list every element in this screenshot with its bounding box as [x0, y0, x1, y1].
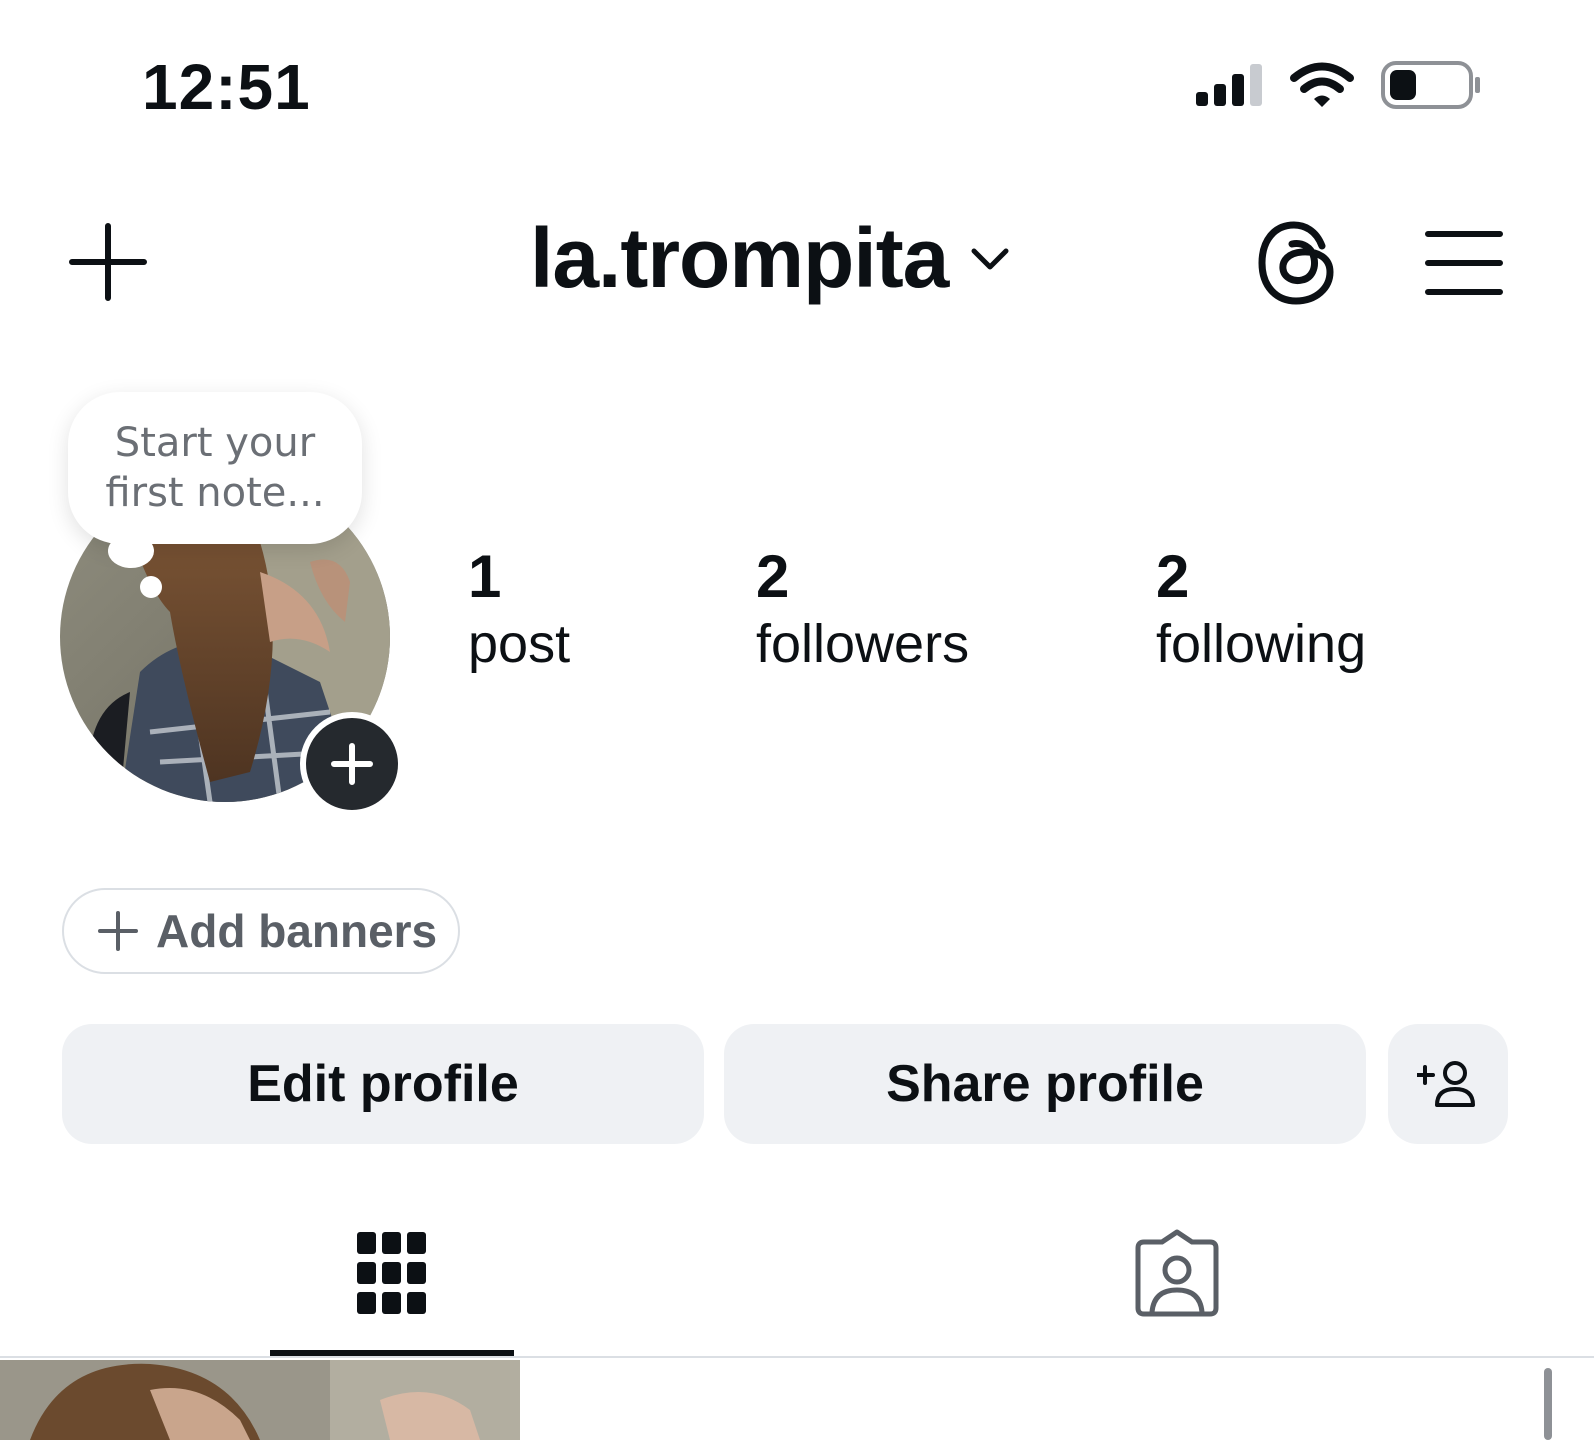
status-icons — [1194, 60, 1484, 110]
edit-profile-button[interactable]: Edit profile — [62, 1024, 704, 1144]
post-thumbnail[interactable] — [0, 1360, 520, 1440]
share-profile-label: Share profile — [886, 1055, 1204, 1113]
note-bubble-tail-dot — [140, 576, 162, 598]
post-photo — [0, 1360, 520, 1440]
plus-icon — [331, 743, 373, 785]
grid-icon — [357, 1232, 426, 1314]
following-label: following — [1156, 614, 1367, 674]
plus-icon — [69, 223, 147, 301]
add-banners-button[interactable]: Add banners — [62, 888, 460, 974]
cellular-signal-icon — [1196, 64, 1262, 106]
plus-icon — [98, 911, 138, 951]
menu-button[interactable] — [1424, 228, 1504, 298]
followers-count: 2 — [756, 543, 790, 610]
note-placeholder-line2: first note... — [105, 470, 325, 516]
followers-label: followers — [756, 614, 970, 674]
add-story-button[interactable] — [300, 712, 404, 816]
threads-button[interactable] — [1256, 220, 1338, 306]
add-banners-label: Add banners — [156, 905, 438, 957]
wifi-icon — [1290, 62, 1354, 107]
tab-tagged[interactable] — [1132, 1228, 1222, 1318]
tab-posts-grid[interactable] — [270, 1222, 514, 1358]
posts-count: 1 — [468, 543, 502, 610]
note-placeholder-line1: Start your — [114, 420, 316, 466]
note-bubble[interactable]: Start your first note... — [68, 392, 362, 544]
chevron-down-icon — [971, 248, 1009, 269]
scrollbar[interactable] — [1544, 1368, 1552, 1440]
stat-following[interactable]: 2 following — [1156, 546, 1366, 680]
tabs-divider — [0, 1356, 1594, 1358]
threads-icon — [1258, 221, 1334, 305]
note-bubble-tail — [108, 534, 154, 568]
share-profile-button[interactable]: Share profile — [724, 1024, 1366, 1144]
battery-icon — [1381, 61, 1480, 109]
edit-profile-label: Edit profile — [247, 1055, 519, 1113]
discover-people-button[interactable] — [1388, 1024, 1508, 1144]
stat-posts[interactable]: 1 post — [468, 546, 570, 680]
add-person-icon — [1417, 1061, 1475, 1107]
tagged-person-icon — [1135, 1229, 1219, 1317]
status-time: 12:51 — [142, 51, 311, 123]
create-button[interactable] — [68, 222, 148, 302]
hamburger-menu-icon — [1425, 231, 1503, 295]
stat-followers[interactable]: 2 followers — [756, 546, 969, 680]
posts-label: post — [468, 614, 571, 674]
account-switcher[interactable]: la.trompita — [530, 210, 1010, 307]
following-count: 2 — [1156, 543, 1190, 610]
username-title: la.trompita — [530, 211, 949, 305]
